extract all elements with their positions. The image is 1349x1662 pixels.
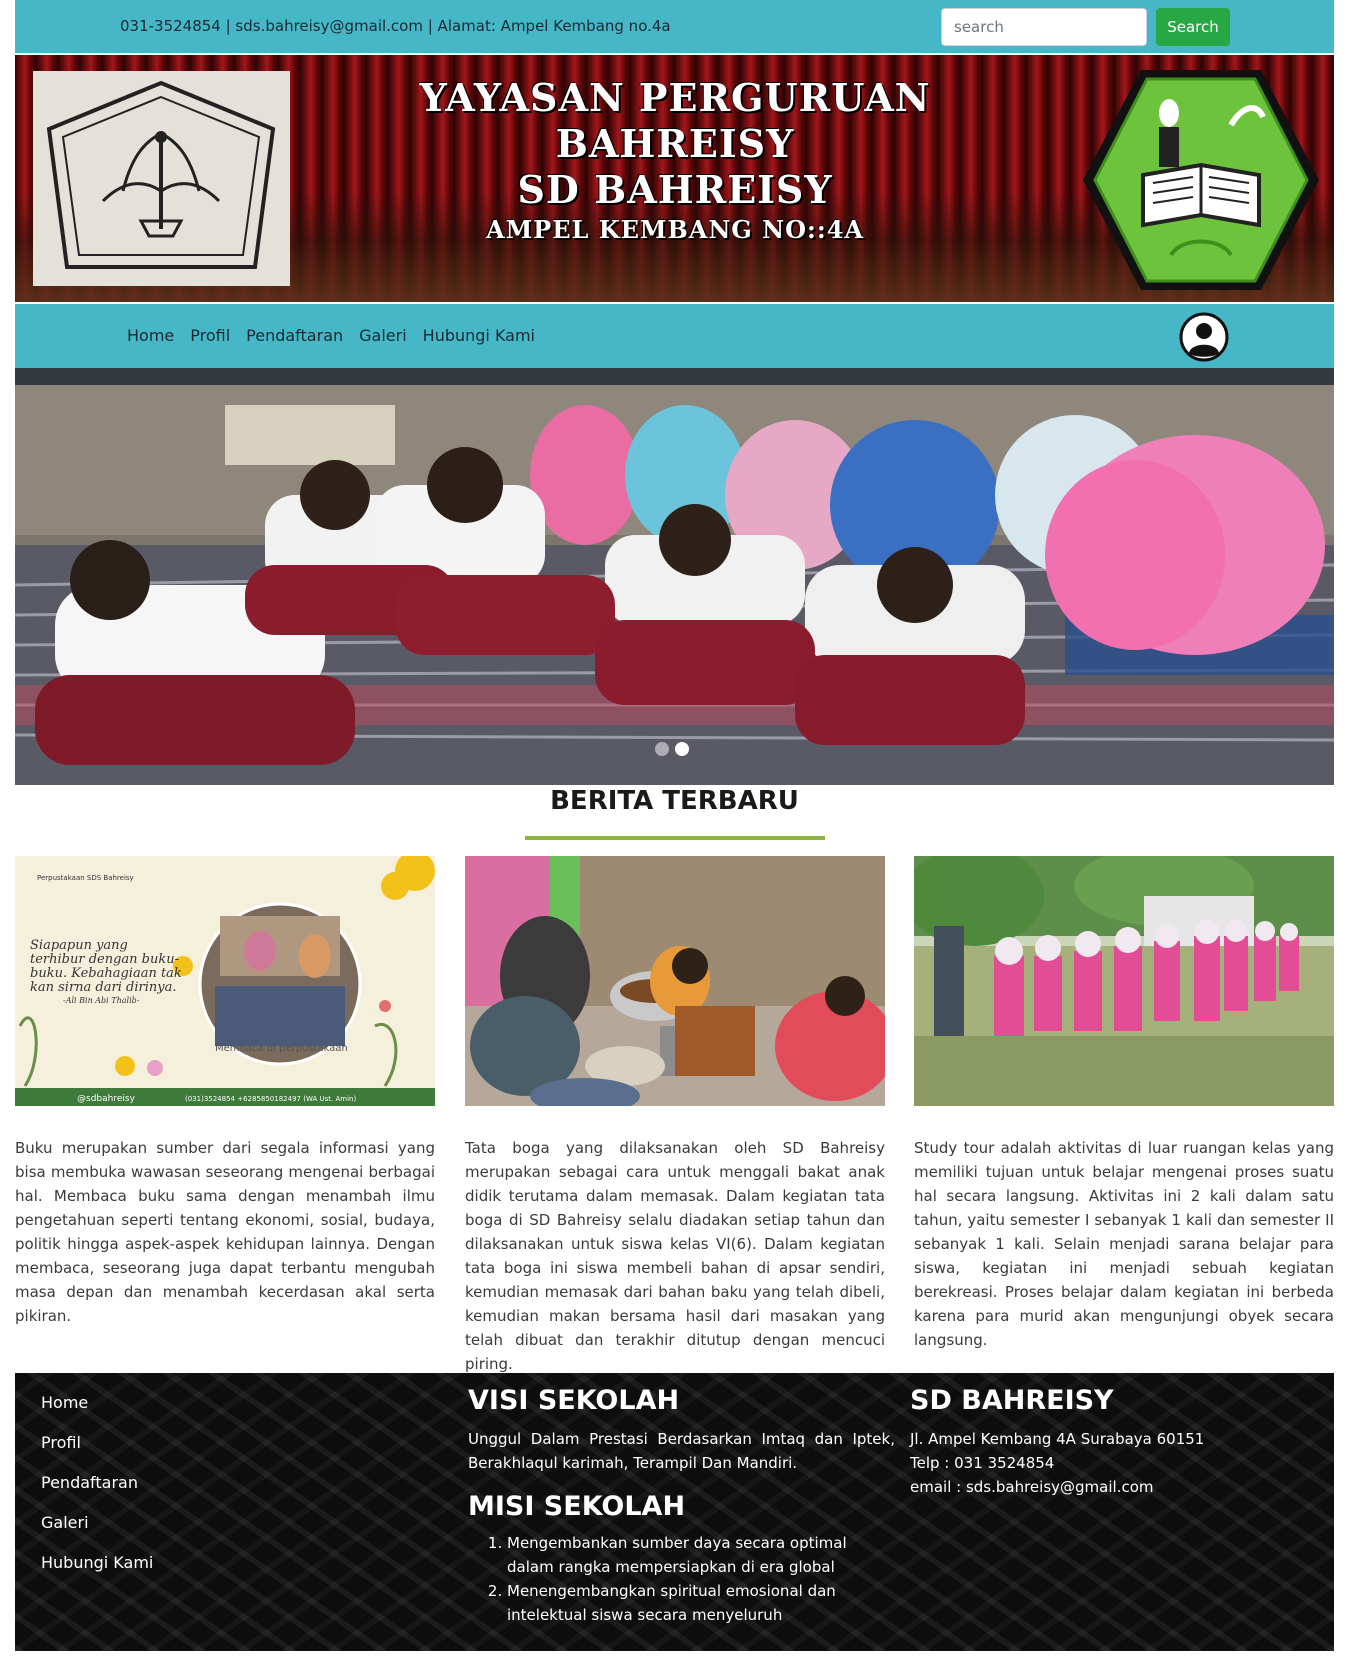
- school-phone: Telp : 031 3524854: [910, 1454, 1055, 1472]
- banner-line-2: BAHREISY: [555, 121, 795, 166]
- footer-link-galeri[interactable]: Galeri: [41, 1513, 153, 1553]
- poster-caption: Membaca di perpustakaan: [215, 1043, 348, 1054]
- cooking-activity-image: [465, 856, 885, 1106]
- carousel-indicators: [655, 742, 689, 756]
- misi-title: MISI SEKOLAH: [468, 1491, 686, 1522]
- nav-item-hubungi-kami[interactable]: Hubungi Kami: [423, 326, 535, 345]
- footer-link-profil[interactable]: Profil: [41, 1433, 153, 1473]
- library-poster-image: Perpustakaan SDS Bahreisy Siapapun yang …: [15, 856, 435, 1106]
- nav-divider-strip: [15, 368, 1334, 385]
- school-email: email : sds.bahreisy@gmail.com: [910, 1478, 1154, 1496]
- news-card-image[interactable]: Perpustakaan SDS Bahreisy Siapapun yang …: [15, 856, 435, 1106]
- contact-info: 031-3524854 | sds.bahreisy@gmail.com | A…: [120, 17, 671, 35]
- search-input[interactable]: [941, 8, 1147, 46]
- main-navbar: Home Profil Pendaftaran Galeri Hubungi K…: [15, 304, 1334, 368]
- school-book-logo: [1081, 65, 1321, 295]
- poster-header: Perpustakaan SDS Bahreisy: [37, 874, 134, 882]
- school-title: SD BAHREISY: [910, 1385, 1114, 1416]
- news-card-text: Tata boga yang dilaksanakan oleh SD Bahr…: [465, 1139, 885, 1373]
- footer-links: Home Profil Pendaftaran Galeri Hubungi K…: [41, 1393, 153, 1593]
- footer-link-pendaftaran[interactable]: Pendaftaran: [41, 1473, 153, 1513]
- carousel-indicator-1[interactable]: [655, 742, 669, 756]
- school-address: Jl. Ampel Kembang 4A Surabaya 60151: [910, 1430, 1205, 1448]
- banner-line-1: YAYASAN PERGURUAN: [419, 75, 931, 120]
- school-contact: Jl. Ampel Kembang 4A Surabaya 60151 Telp…: [910, 1427, 1204, 1499]
- nav-item-home[interactable]: Home: [127, 326, 174, 345]
- news-card-text: Study tour adalah aktivitas di luar ruan…: [914, 1139, 1334, 1349]
- header-banner: YAYASAN PERGURUAN BAHREISY SD BAHREISY A…: [15, 55, 1334, 302]
- tut-wuri-handayani-logo: [33, 71, 290, 286]
- footer-link-hubungi-kami[interactable]: Hubungi Kami: [41, 1553, 153, 1593]
- news-title-underline: [525, 836, 825, 840]
- news-card-text: Buku merupakan sumber dari segala inform…: [15, 1139, 435, 1325]
- site-footer: Home Profil Pendaftaran Galeri Hubungi K…: [15, 1373, 1334, 1651]
- user-circle-icon[interactable]: [1179, 312, 1229, 362]
- misi-item: Mengembankan sumber daya secara optimal …: [507, 1531, 897, 1579]
- nav-item-galeri[interactable]: Galeri: [359, 326, 407, 345]
- news-card-tata-boga: Tata boga yang dilaksanakan oleh SD Bahr…: [465, 856, 885, 1376]
- news-card-study-tour: Study tour adalah aktivitas di luar ruan…: [914, 856, 1334, 1352]
- carousel-slide-image: [15, 385, 1334, 785]
- banner-line-3: SD BAHREISY: [517, 167, 833, 212]
- news-card-library: Perpustakaan SDS Bahreisy Siapapun yang …: [15, 856, 435, 1328]
- top-bar: 031-3524854 | sds.bahreisy@gmail.com | A…: [15, 0, 1334, 53]
- carousel-indicator-2[interactable]: [675, 742, 689, 756]
- visi-title: VISI SEKOLAH: [468, 1385, 680, 1416]
- open-book-icon: [1083, 70, 1319, 290]
- search-button[interactable]: Search: [1156, 8, 1230, 46]
- study-tour-image: [914, 856, 1334, 1106]
- news-card-image[interactable]: [914, 856, 1334, 1106]
- visi-text: Unggul Dalam Prestasi Berdasarkan Imtaq …: [468, 1430, 895, 1472]
- misi-list: Mengembankan sumber daya secara optimal …: [507, 1531, 897, 1627]
- nav-item-pendaftaran[interactable]: Pendaftaran: [246, 326, 343, 345]
- hero-carousel[interactable]: [15, 385, 1334, 785]
- banner-line-4: AMPEL KEMBANG NO::4A: [485, 215, 865, 244]
- tut-wuri-handayani-emblem: [33, 71, 290, 286]
- misi-item: Menengembangkan spiritual emosional dan …: [507, 1579, 897, 1627]
- nav-menu: Home Profil Pendaftaran Galeri Hubungi K…: [127, 326, 551, 345]
- news-card-image[interactable]: [465, 856, 885, 1106]
- nav-item-profil[interactable]: Profil: [190, 326, 230, 345]
- poster-instagram: @sdbahreisy: [77, 1094, 136, 1104]
- poster-phone: (031)3524854 +6285850182497 (WA Ust. Ami…: [185, 1095, 356, 1103]
- poster-author: -Ali Bin Abi Thalib-: [63, 996, 140, 1005]
- news-section-title: BERITA TERBARU: [550, 786, 799, 816]
- footer-link-home[interactable]: Home: [41, 1393, 153, 1433]
